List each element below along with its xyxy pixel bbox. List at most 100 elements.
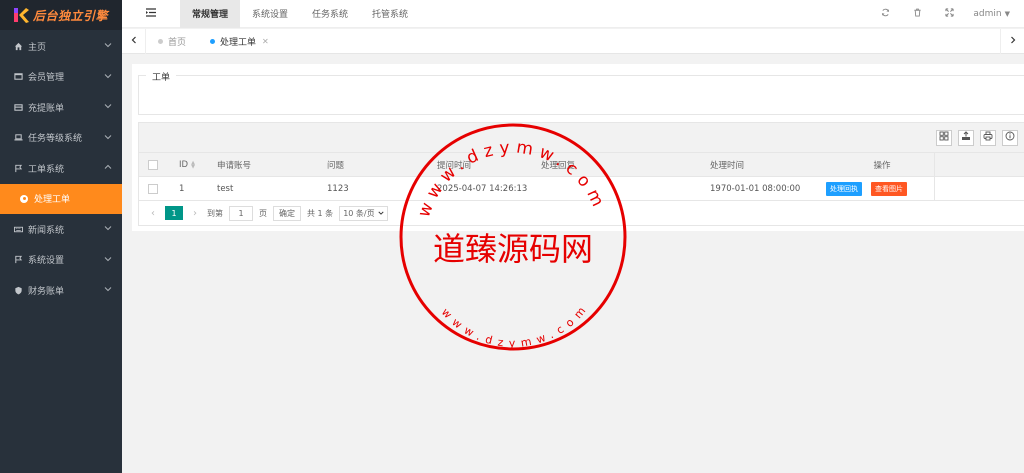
top-tab-system-settings[interactable]: 系统设置 <box>240 0 300 28</box>
pagination: ‹ 1 › 到第 1 页 确定 共 1 条 10 条/页 <box>139 201 1024 225</box>
goto-page-input[interactable]: 1 <box>229 205 253 221</box>
next-page-button[interactable]: › <box>189 208 201 219</box>
table-row: 1 test 1123 2025-04-07 14:26:13 1970-01-… <box>139 177 1024 201</box>
ticket-table: ID ▲ ▼ 申请账号 问题 提问时间 处理回复 处理时间 操作 1 test 1… <box>138 122 1024 226</box>
sidebar-item-label: 主页 <box>28 42 47 53</box>
sidebar-item-label: 工单系统 <box>28 164 65 175</box>
sidebar-item-billing[interactable]: 充提账单 <box>0 92 122 123</box>
tabs-scroll-right-button[interactable] <box>1000 28 1024 54</box>
chevron-down-icon <box>104 285 112 295</box>
chevron-down-icon <box>104 72 112 82</box>
refresh-button[interactable] <box>869 8 901 20</box>
chevron-up-icon <box>104 163 112 173</box>
monitor-icon <box>12 72 24 81</box>
sort-icon[interactable]: ▲ ▼ <box>191 160 195 169</box>
user-menu[interactable]: admin ▼ <box>965 9 1024 19</box>
sidebar-item-members[interactable]: 会员管理 <box>0 62 122 93</box>
row-select-cell <box>139 183 167 194</box>
chevron-down-icon <box>104 41 112 51</box>
sidebar-item-handle-ticket[interactable]: 处理工单 <box>0 183 122 214</box>
export-button[interactable] <box>958 129 974 146</box>
row-checkbox[interactable] <box>148 183 158 194</box>
chevron-down-icon <box>104 224 112 234</box>
chevron-right-icon <box>1009 36 1017 47</box>
cell-user: test <box>217 183 234 194</box>
home-icon <box>12 42 24 51</box>
page-size-value: 10 条/页 <box>343 208 375 218</box>
sidebar-item-home[interactable]: 主页 <box>0 31 122 62</box>
columns-filter-button[interactable] <box>936 129 952 146</box>
trash-icon <box>913 8 922 20</box>
indent-icon <box>146 7 156 20</box>
sidebar-item-label: 充提账单 <box>28 103 65 114</box>
sidebar-item-label: 新闻系统 <box>28 225 65 236</box>
fullscreen-button[interactable] <box>933 7 965 20</box>
sidebar: 后台独立引擎 主页 会员管理 充提账单 任务等级系统 工单系统 处理工单 新闻系… <box>0 0 122 473</box>
username: admin <box>973 8 1002 19</box>
prev-page-button[interactable]: ‹ <box>147 208 159 219</box>
clear-cache-button[interactable] <box>901 8 933 20</box>
select-all-checkbox[interactable] <box>148 159 158 170</box>
column-divider <box>934 177 935 201</box>
sidebar-item-finance[interactable]: 财务账单 <box>0 275 122 306</box>
chevron-down-icon <box>104 133 112 143</box>
keyboard-icon <box>12 225 24 234</box>
page-tab-handle-ticket[interactable]: 处理工单 ✕ <box>198 29 281 54</box>
view-image-button[interactable]: 查看图片 <box>871 181 907 196</box>
print-icon <box>983 131 993 144</box>
info-button[interactable] <box>1002 129 1018 146</box>
top-header: 常规管理 系统设置 任务系统 托管系统 admin ▼ <box>122 0 1024 28</box>
menu-toggle-button[interactable] <box>122 0 180 28</box>
sidebar-item-label: 处理工单 <box>34 195 71 206</box>
sidebar-item-settings[interactable]: 系统设置 <box>0 245 122 276</box>
watermark-ring-bottom: www.dzymw.com <box>439 300 592 350</box>
header-user: 申请账号 <box>217 160 252 171</box>
sidebar-item-news[interactable]: 新闻系统 <box>0 214 122 245</box>
column-divider <box>934 153 935 177</box>
sidebar-item-task-levels[interactable]: 任务等级系统 <box>0 123 122 154</box>
print-button[interactable] <box>980 129 996 146</box>
page-tab-bar: 首页 处理工单 ✕ <box>122 28 1024 54</box>
flag-icon <box>12 164 24 173</box>
active-dot-icon <box>20 194 28 203</box>
info-icon <box>1005 131 1015 144</box>
header-reply: 处理回复 <box>541 160 576 171</box>
header-actions: 操作 <box>873 160 891 171</box>
top-tab-hosting-system[interactable]: 托管系统 <box>360 0 420 28</box>
cell-actions: 处理回执 查看图片 <box>818 181 938 196</box>
handle-reply-button[interactable]: 处理回执 <box>826 181 862 196</box>
goto-confirm-button[interactable]: 确定 <box>273 205 301 221</box>
header-id-label: ID <box>179 159 189 170</box>
current-page[interactable]: 1 <box>165 206 183 220</box>
page-size-select[interactable]: 10 条/页 <box>339 205 388 221</box>
sidebar-menu: 主页 会员管理 充提账单 任务等级系统 工单系统 处理工单 新闻系统 系统设置 … <box>0 30 122 306</box>
cell-submit-time: 2025-04-07 14:26:13 <box>437 183 528 194</box>
page-tab-label: 首页 <box>168 37 187 48</box>
header-id[interactable]: ID ▲ ▼ <box>167 160 207 170</box>
top-tab-general[interactable]: 常规管理 <box>180 0 241 28</box>
fieldset-legend: 工单 <box>146 70 177 83</box>
select-all-cell <box>139 159 167 170</box>
table-toolbar <box>139 123 1024 153</box>
logo-icon <box>12 6 30 24</box>
tabs-scroll-left-button[interactable] <box>122 28 146 54</box>
tab-dot-icon <box>210 38 216 44</box>
shield-icon <box>12 286 24 295</box>
cell-handle-time: 1970-01-01 08:00:00 <box>710 183 801 194</box>
close-icon[interactable]: ✕ <box>262 37 269 46</box>
page-tab-home[interactable]: 首页 <box>146 29 198 54</box>
sidebar-item-tickets[interactable]: 工单系统 <box>0 153 122 184</box>
cell-question: 1123 <box>327 183 349 194</box>
chevron-left-icon <box>130 36 138 47</box>
watermark-center-text: 道臻源码网 <box>433 230 593 268</box>
top-tab-task-system[interactable]: 任务系统 <box>300 0 360 28</box>
logo[interactable]: 后台独立引擎 <box>0 0 122 30</box>
main-panel: 工单 ID ▲ ▼ 申请账号 问题 提问时间 处理回复 处理时间 操作 1 te… <box>132 64 1024 231</box>
sidebar-item-label: 财务账单 <box>28 286 65 297</box>
sidebar-item-label: 任务等级系统 <box>28 134 83 145</box>
header-question: 问题 <box>327 160 345 171</box>
fullscreen-icon <box>945 7 954 20</box>
chevron-down-icon <box>104 102 112 112</box>
page-unit-label: 页 <box>259 208 267 218</box>
card-icon <box>12 103 24 112</box>
